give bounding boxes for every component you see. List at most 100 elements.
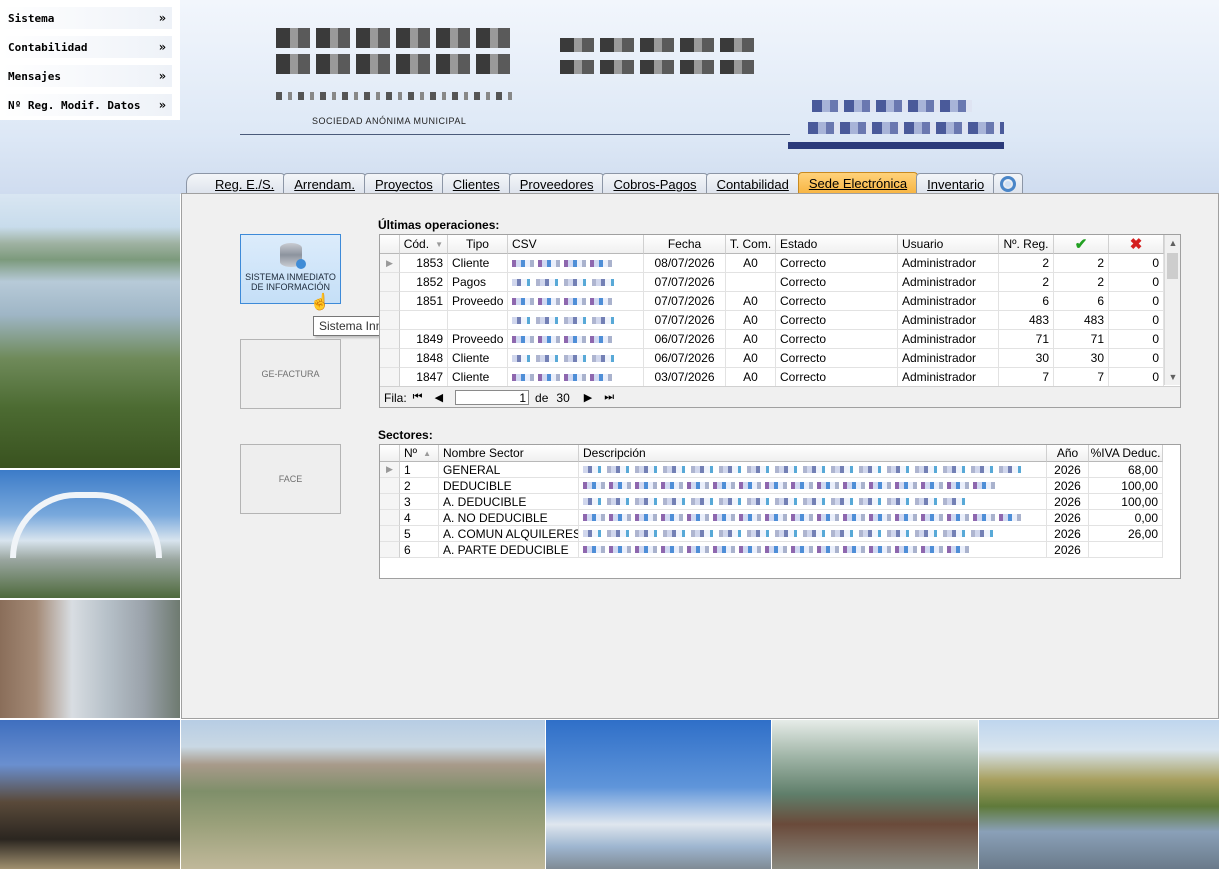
last-record-icon[interactable]: ⏭ xyxy=(604,391,614,404)
col-header-usuario[interactable]: Usuario xyxy=(898,235,999,254)
cell-csv-redacted xyxy=(508,330,644,349)
scroll-down-icon[interactable]: ▼ xyxy=(1165,369,1180,385)
tab-inventario[interactable]: Inventario xyxy=(916,173,996,194)
cell-cod: 1851 xyxy=(400,292,448,311)
cell-nreg: 30 xyxy=(999,349,1054,368)
cell-estado: Correcto xyxy=(776,292,898,311)
col-header-nombre[interactable]: Nombre Sector xyxy=(439,445,579,462)
cell-err: 0 xyxy=(1109,311,1164,330)
photo-park-lake xyxy=(0,194,180,468)
row-selector[interactable] xyxy=(380,349,400,368)
col-header-ok[interactable]: ✔ xyxy=(1054,235,1109,254)
redacted-text xyxy=(512,373,614,381)
col-header-fecha[interactable]: Fecha xyxy=(644,235,726,254)
record-position-input[interactable] xyxy=(455,390,530,405)
photo-market-hall xyxy=(772,720,978,869)
table-row[interactable]: 1848 Cliente 06/07/2026 A0 Correcto Administr… xyxy=(380,349,1164,368)
table-row[interactable]: 1851 Proveedo 07/07/2026 A0 Correcto Administ… xyxy=(380,292,1164,311)
col-header-nreg[interactable]: Nº. Reg. xyxy=(999,235,1054,254)
table-row[interactable]: 3 A. DEDUCIBLE 2026 100,00 xyxy=(380,494,1163,510)
row-selector[interactable] xyxy=(380,311,400,330)
col-header-csv[interactable]: CSV xyxy=(508,235,644,254)
tab-label: Arrendam. xyxy=(294,176,355,192)
cell-anio: 2026 xyxy=(1047,510,1089,526)
sectors-grid[interactable]: Nº ▲ Nombre Sector Descripción Año %IVA D… xyxy=(379,444,1181,579)
row-selector[interactable] xyxy=(380,494,400,510)
col-header-anio[interactable]: Año xyxy=(1047,445,1089,462)
row-selector[interactable] xyxy=(380,478,400,494)
table-row[interactable]: 2 DEDUCIBLE 2026 100,00 xyxy=(380,478,1163,494)
first-record-icon[interactable]: ⏮ xyxy=(413,391,423,404)
row-selector[interactable]: ▶ xyxy=(380,254,400,273)
gefactura-button[interactable]: GE-FACTURA xyxy=(240,339,341,409)
cell-fecha: 03/07/2026 xyxy=(644,368,726,387)
row-selector[interactable] xyxy=(380,330,400,349)
face-button[interactable]: FACE xyxy=(240,444,341,514)
row-selector[interactable] xyxy=(380,510,400,526)
table-row[interactable]: 07/07/2026 A0 Correcto Administrador 483 483 0 xyxy=(380,311,1164,330)
col-header-descripcion[interactable]: Descripción xyxy=(579,445,1047,462)
row-selector[interactable] xyxy=(380,273,400,292)
tab-arrendamientos[interactable]: Arrendam. xyxy=(283,173,366,194)
cell-ok: 483 xyxy=(1054,311,1109,330)
table-row[interactable]: 5 A. COMUN ALQUILERES 2026 26,00 xyxy=(380,526,1163,542)
tab-proveedores[interactable]: Proveedores xyxy=(508,173,605,194)
col-header-label: Estado xyxy=(780,237,818,251)
menu-item-sistema[interactable]: Sistema » xyxy=(2,7,172,29)
table-row[interactable]: 1852 Pagos 07/07/2026 Correcto Administrador… xyxy=(380,273,1164,292)
scroll-thumb[interactable] xyxy=(1167,253,1178,279)
table-row[interactable]: 4 A. NO DEDUCIBLE 2026 0,00 xyxy=(380,510,1163,526)
table-row[interactable]: ▶ 1853 Cliente 08/07/2026 A0 Correcto Administ… xyxy=(380,254,1164,273)
tab-cobros-pagos[interactable]: Cobros-Pagos xyxy=(602,173,708,194)
cell-nreg: 6 xyxy=(999,292,1054,311)
row-selector[interactable] xyxy=(380,292,400,311)
pixelated-logo-text xyxy=(812,100,972,112)
chevron-down-icon: » xyxy=(158,40,166,54)
menu-item-mensajes[interactable]: Mensajes » xyxy=(2,65,172,87)
row-selector[interactable]: ▶ xyxy=(380,462,400,478)
cell-nombre: A. PARTE DEDUCIBLE xyxy=(439,542,579,558)
table-row[interactable]: ▶ 1 GENERAL 2026 68,00 xyxy=(380,462,1163,478)
cell-anio: 2026 xyxy=(1047,478,1089,494)
sort-up-icon: ▲ xyxy=(423,448,431,458)
table-row[interactable]: 1849 Proveedo 06/07/2026 A0 Correcto Administ… xyxy=(380,330,1164,349)
row-selector[interactable] xyxy=(380,368,400,387)
table-row[interactable]: 1847 Cliente 03/07/2026 A0 Correcto Administr… xyxy=(380,368,1164,387)
chevron-down-icon: » xyxy=(158,98,166,112)
scroll-up-icon[interactable]: ▲ xyxy=(1165,235,1180,251)
cell-num: 4 xyxy=(400,510,439,526)
cell-fecha: 07/07/2026 xyxy=(644,311,726,330)
row-selector[interactable] xyxy=(380,542,400,558)
menu-item-reg-modif-datos[interactable]: Nº Reg. Modif. Datos » xyxy=(2,94,172,116)
next-record-icon[interactable]: ▶ xyxy=(584,391,592,404)
tab-clientes[interactable]: Clientes xyxy=(441,173,511,194)
col-header-tipo[interactable]: Tipo xyxy=(448,235,508,254)
table-row[interactable]: 6 A. PARTE DEDUCIBLE 2026 xyxy=(380,542,1163,558)
tab-reg-es[interactable]: Reg. E./S. xyxy=(186,173,286,194)
gefactura-button-label: GE-FACTURA xyxy=(261,369,320,379)
cell-nombre: A. DEDUCIBLE xyxy=(439,494,579,510)
cell-nreg: 2 xyxy=(999,254,1054,273)
col-header-estado[interactable]: Estado xyxy=(776,235,898,254)
cell-nombre: DEDUCIBLE xyxy=(439,478,579,494)
row-selector[interactable] xyxy=(380,526,400,542)
col-header-err[interactable]: ✖ xyxy=(1109,235,1164,254)
col-header-num[interactable]: Nº ▲ xyxy=(400,445,439,462)
col-header-tcom[interactable]: T. Com. xyxy=(726,235,776,254)
photo-modern-building xyxy=(546,720,771,869)
vertical-scrollbar[interactable]: ▲ ▼ xyxy=(1164,235,1180,385)
col-header-label: Fecha xyxy=(667,237,702,251)
col-header-iva[interactable]: %IVA Deduc. xyxy=(1089,445,1163,462)
tab-label: Inventario xyxy=(927,176,985,192)
operations-grid[interactable]: Cód. ▼ Tipo CSV Fecha T. Com. Estado Usua… xyxy=(379,234,1181,408)
menu-item-contabilidad[interactable]: Contabilidad » xyxy=(2,36,172,58)
tab-proyectos[interactable]: Proyectos xyxy=(363,173,444,194)
tab-contabilidad[interactable]: Contabilidad xyxy=(705,173,800,194)
col-header-cod[interactable]: Cód. ▼ xyxy=(400,235,448,254)
cell-tcom: A0 xyxy=(726,311,776,330)
tab-settings[interactable] xyxy=(993,173,1024,194)
tab-sede-electronica[interactable]: Sede Electrónica xyxy=(797,172,919,194)
tab-label: Reg. E./S. xyxy=(215,176,275,192)
chevron-down-icon: » xyxy=(158,11,166,25)
prev-record-icon[interactable]: ◀ xyxy=(435,391,443,404)
